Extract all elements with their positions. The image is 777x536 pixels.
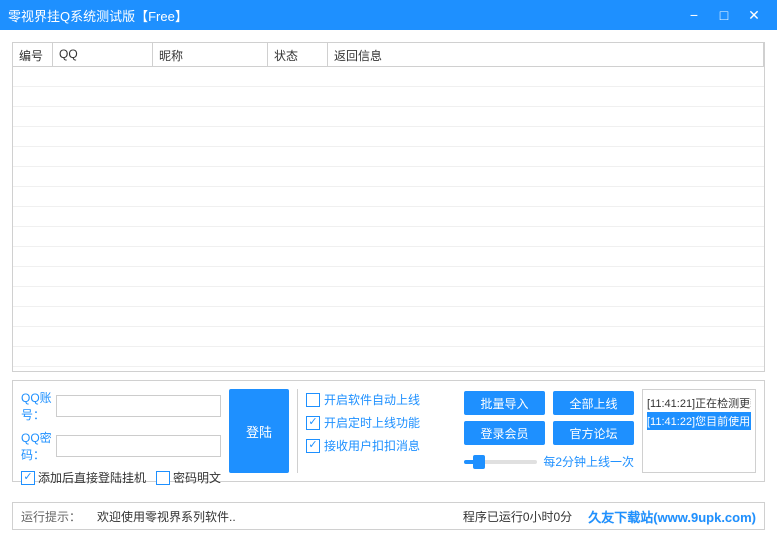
main-panel: 编号 QQ 昵称 状态 返回信息 QQ账号： QQ密码： 添加后直接登陆挂机	[0, 30, 777, 494]
log-line[interactable]: [11:41:22]您目前使用的是最新版	[647, 412, 751, 430]
official-forum-button[interactable]: 官方论坛	[553, 421, 634, 445]
divider	[297, 389, 298, 473]
titlebar: 零视界挂Q系统测试版【Free】 − □ ✕	[0, 0, 777, 30]
close-button[interactable]: ✕	[739, 5, 769, 25]
login-box: QQ账号： QQ密码： 添加后直接登陆挂机 密码明文	[21, 389, 221, 473]
actions-box: 批量导入 全部上线 登录会员 官方论坛 每2分钟上线一次	[464, 389, 634, 473]
col-info[interactable]: 返回信息	[328, 43, 764, 66]
watermark: 久友下载站(www.9upk.com)	[588, 507, 756, 526]
slider-thumb[interactable]	[473, 455, 485, 469]
checkbox-icon	[306, 439, 320, 453]
interval-slider[interactable]	[464, 455, 537, 469]
controls-panel: QQ账号： QQ密码： 添加后直接登陆挂机 密码明文 登陆	[12, 380, 765, 482]
password-label: QQ密码：	[21, 429, 52, 463]
col-nick[interactable]: 昵称	[153, 43, 268, 66]
log-line: [11:41:21]正在检测更新	[647, 394, 751, 412]
all-online-button[interactable]: 全部上线	[553, 391, 634, 415]
log-box: [11:41:21]正在检测更新 [11:41:22]您目前使用的是最新版	[642, 389, 756, 473]
checkbox-icon	[306, 393, 320, 407]
status-message: 欢迎使用零视界系列软件..	[97, 508, 447, 525]
login-member-button[interactable]: 登录会员	[464, 421, 545, 445]
col-num[interactable]: 编号	[13, 43, 53, 66]
col-status[interactable]: 状态	[268, 43, 328, 66]
check-auto-login[interactable]: 添加后直接登陆挂机	[21, 469, 146, 486]
table-body[interactable]	[13, 67, 764, 371]
check-show-password[interactable]: 密码明文	[156, 469, 221, 486]
options-box: 开启软件自动上线 开启定时上线功能 接收用户扣扣消息	[306, 389, 456, 473]
status-label: 运行提示：	[21, 508, 81, 525]
account-label: QQ账号：	[21, 389, 52, 423]
maximize-button[interactable]: □	[709, 5, 739, 25]
table-header: 编号 QQ 昵称 状态 返回信息	[13, 43, 764, 67]
account-input[interactable]	[56, 395, 221, 417]
minimize-button[interactable]: −	[679, 5, 709, 25]
password-input[interactable]	[56, 435, 221, 457]
data-table: 编号 QQ 昵称 状态 返回信息	[12, 42, 765, 372]
slider-label: 每2分钟上线一次	[543, 453, 634, 470]
login-button[interactable]: 登陆	[229, 389, 289, 473]
checkbox-icon	[21, 471, 35, 485]
opt-auto-online[interactable]: 开启软件自动上线	[306, 391, 456, 408]
checkbox-icon	[306, 416, 320, 430]
statusbar: 运行提示： 欢迎使用零视界系列软件.. 程序已运行0小时0分 久友下载站(www…	[12, 502, 765, 530]
checkbox-icon	[156, 471, 170, 485]
opt-timed-online[interactable]: 开启定时上线功能	[306, 414, 456, 431]
runtime-text: 程序已运行0小时0分	[463, 508, 572, 525]
col-qq[interactable]: QQ	[53, 43, 153, 66]
window-title: 零视界挂Q系统测试版【Free】	[8, 6, 679, 25]
opt-receive-msg[interactable]: 接收用户扣扣消息	[306, 437, 456, 454]
batch-import-button[interactable]: 批量导入	[464, 391, 545, 415]
